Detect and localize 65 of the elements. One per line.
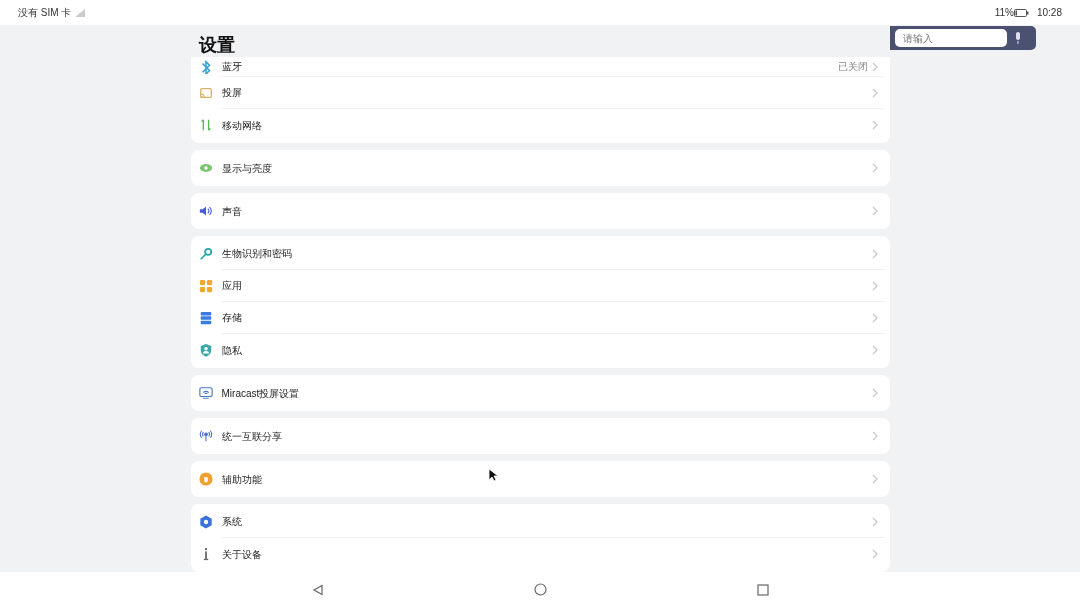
monitor-wifi-icon [198, 386, 213, 400]
carrier-text: 没有 SIM 卡 [18, 6, 72, 20]
grid-icon [198, 279, 213, 293]
chevron-icon [871, 474, 878, 484]
signal-icon [75, 8, 86, 17]
item-label: 关于设备 [221, 547, 262, 562]
settings-item[interactable]: 投屏 [196, 77, 884, 109]
settings-item[interactable]: 移动网络 [196, 109, 884, 141]
item-label: 生物识别和密码 [221, 247, 292, 261]
chevron-icon [871, 312, 878, 323]
settings-item[interactable]: 系统 [196, 506, 884, 538]
chevron-icon [871, 87, 878, 98]
page-title: 设置 [198, 36, 235, 57]
signal-waves-icon [198, 429, 213, 443]
chevron-icon [871, 516, 878, 527]
clock: 10:28 [1036, 6, 1062, 20]
key-icon [198, 247, 213, 261]
item-label: Miracast投屏设置 [221, 386, 300, 401]
chevron-icon [871, 61, 878, 72]
storage-icon [198, 311, 213, 325]
chevron-icon [871, 549, 878, 559]
settings-item[interactable]: 显示与亮度 [196, 152, 884, 184]
item-label: 存储 [221, 311, 242, 325]
battery-level: 11% [994, 6, 1014, 20]
chevron-icon [871, 388, 878, 398]
item-label: 系统 [221, 515, 242, 529]
settings-item[interactable]: 生物识别和密码 [196, 238, 884, 270]
item-label: 辅助功能 [221, 472, 262, 487]
item-label: 隐私 [221, 343, 242, 358]
settings-item[interactable]: 声音 [196, 195, 884, 227]
search-field[interactable]: 请输入 [895, 29, 1007, 47]
item-label: 显示与亮度 [221, 161, 272, 176]
cast-icon [198, 86, 213, 100]
eye-icon [198, 161, 213, 175]
chevron-icon [871, 248, 878, 259]
item-label: 蓝牙 [221, 60, 242, 74]
back-icon[interactable] [311, 583, 324, 596]
item-label: 统一互联分享 [221, 429, 282, 444]
settings-item[interactable]: 隐私 [196, 334, 884, 366]
item-value: 已关闭 [837, 60, 868, 74]
battery-icon [1013, 8, 1029, 17]
settings-item[interactable]: 关于设备 [196, 538, 884, 570]
gear-icon [198, 515, 213, 529]
item-label: 声音 [221, 204, 242, 219]
hand-circle-icon [198, 472, 213, 486]
chevron-icon [871, 431, 878, 441]
settings-item[interactable]: 存储 [196, 302, 884, 334]
recents-icon[interactable] [756, 583, 769, 596]
microphone-icon[interactable] [1013, 32, 1023, 44]
settings-item[interactable]: 蓝牙 已关闭 [196, 57, 884, 77]
chevron-icon [871, 163, 878, 173]
shield-person-icon [198, 343, 213, 357]
chevron-icon [871, 345, 878, 355]
home-icon[interactable] [533, 583, 547, 596]
chevron-icon [871, 280, 878, 291]
settings-item[interactable]: 应用 [196, 270, 884, 302]
chevron-icon [871, 120, 878, 130]
chevron-icon [871, 206, 878, 216]
item-label: 应用 [221, 279, 242, 293]
speaker-icon [198, 204, 213, 218]
settings-item[interactable]: 统一互联分享 [196, 420, 884, 452]
settings-item[interactable]: Miracast投屏设置 [196, 377, 884, 409]
cursor-icon [488, 468, 498, 482]
item-label: 移动网络 [221, 118, 262, 133]
item-label: 投屏 [221, 86, 242, 100]
